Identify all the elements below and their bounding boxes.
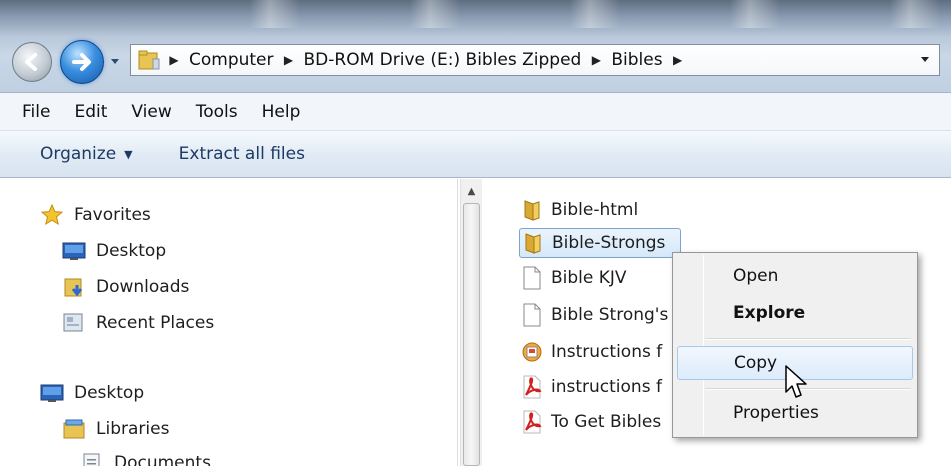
nav-label: Desktop — [96, 241, 167, 261]
chevron-down-icon — [111, 59, 119, 64]
document-icon — [519, 302, 545, 328]
nav-item-desktop-root[interactable]: Desktop — [40, 379, 144, 407]
file-row-instructions-pdf[interactable]: instructions f — [519, 372, 671, 402]
breadcrumb-drive[interactable]: BD-ROM Drive (E:) Bibles Zipped — [300, 50, 586, 70]
menu-bar: File Edit View Tools Help — [0, 92, 951, 130]
pdf-icon — [519, 374, 545, 400]
nav-item-downloads[interactable]: Downloads — [62, 273, 189, 301]
menu-view[interactable]: View — [131, 102, 171, 122]
file-name: Bible Strong's — [551, 305, 669, 325]
file-row-bible-kjv[interactable]: Bible KJV — [519, 263, 669, 293]
menu-item-properties[interactable]: Properties — [677, 396, 913, 430]
nav-item-libraries[interactable]: Libraries — [62, 415, 169, 443]
breadcrumb-bibles[interactable]: Bibles — [607, 50, 666, 70]
pdf-icon — [519, 409, 545, 435]
folder-icon — [519, 197, 545, 223]
nav-item-favorites[interactable]: Favorites — [40, 201, 151, 229]
file-name: To Get Bibles — [551, 412, 662, 432]
documents-icon — [80, 451, 104, 466]
breadcrumb-separator[interactable]: ▶ — [585, 53, 607, 67]
nav-item-documents[interactable]: Documents — [80, 449, 211, 466]
forward-button[interactable] — [60, 40, 104, 84]
breadcrumb-separator[interactable]: ▶ — [278, 53, 300, 67]
scroll-up-button[interactable]: ▲ — [461, 181, 482, 201]
folder-icon — [135, 46, 163, 74]
document-icon — [519, 265, 545, 291]
file-row-to-get-bibles[interactable]: To Get Bibles — [519, 407, 671, 437]
mouse-cursor-icon — [785, 365, 807, 398]
address-history-button[interactable] — [917, 52, 933, 68]
html-file-icon — [519, 339, 545, 365]
file-row-instructions-html[interactable]: Instructions f — [519, 337, 671, 367]
scroll-thumb[interactable] — [463, 203, 480, 466]
breadcrumb-computer[interactable]: Computer — [185, 50, 278, 70]
nav-label: Recent Places — [96, 313, 215, 333]
title-bar: ▶ Computer ▶ BD-ROM Drive (E:) Bibles Zi… — [0, 0, 951, 92]
chevron-down-icon: ▼ — [124, 147, 133, 161]
star-icon — [40, 203, 64, 227]
file-name: Instructions f — [551, 342, 663, 362]
address-bar[interactable]: ▶ Computer ▶ BD-ROM Drive (E:) Bibles Zi… — [130, 44, 940, 76]
nav-label: Documents — [114, 453, 211, 466]
nav-label: Favorites — [74, 205, 151, 225]
menu-help[interactable]: Help — [262, 102, 301, 122]
libraries-icon — [62, 417, 86, 441]
organize-button[interactable]: Organize ▼ — [40, 144, 133, 164]
file-row-bible-html[interactable]: Bible-html — [519, 195, 679, 225]
context-menu: Open Explore Copy Properties — [672, 252, 918, 438]
nav-item-recent-places[interactable]: Recent Places — [62, 309, 214, 337]
menu-file[interactable]: File — [22, 102, 50, 122]
folder-icon — [520, 230, 546, 256]
recent-places-icon — [62, 311, 86, 335]
chevron-down-icon — [921, 57, 929, 62]
extract-all-button[interactable]: Extract all files — [179, 144, 305, 164]
file-name: Bible KJV — [551, 268, 627, 288]
desktop-icon — [40, 381, 64, 405]
downloads-icon — [62, 275, 86, 299]
menu-separator — [705, 338, 911, 340]
nav-item-desktop[interactable]: Desktop — [62, 237, 166, 265]
arrow-left-icon — [25, 53, 37, 71]
desktop-icon — [62, 239, 86, 263]
menu-edit[interactable]: Edit — [74, 102, 107, 122]
breadcrumb-separator[interactable]: ▶ — [163, 53, 185, 67]
file-row-bible-strongs[interactable]: Bible-Strongs — [519, 228, 681, 258]
menu-item-explore[interactable]: Explore — [677, 296, 913, 330]
breadcrumb-separator[interactable]: ▶ — [667, 53, 689, 67]
nav-label: Libraries — [96, 419, 170, 439]
menu-tools[interactable]: Tools — [196, 102, 238, 122]
organize-label: Organize — [40, 144, 117, 164]
command-bar: Organize ▼ Extract all files — [0, 130, 951, 178]
nav-label: Desktop — [74, 383, 145, 403]
navigation-pane: Favorites Desktop Downloads Recent Place… — [0, 179, 458, 466]
nav-scrollbar[interactable]: ▲ — [460, 179, 482, 466]
menu-item-open[interactable]: Open — [677, 259, 913, 293]
arrow-right-icon — [72, 53, 91, 71]
file-name: Bible-html — [551, 200, 639, 220]
recent-pages-button[interactable] — [108, 54, 122, 70]
back-button[interactable] — [12, 42, 52, 82]
nav-label: Downloads — [96, 277, 190, 297]
file-name: instructions f — [551, 377, 662, 397]
extract-all-label: Extract all files — [178, 144, 305, 164]
file-name: Bible-Strongs — [552, 233, 666, 253]
file-row-bible-strongs-file[interactable]: Bible Strong's — [519, 300, 671, 330]
